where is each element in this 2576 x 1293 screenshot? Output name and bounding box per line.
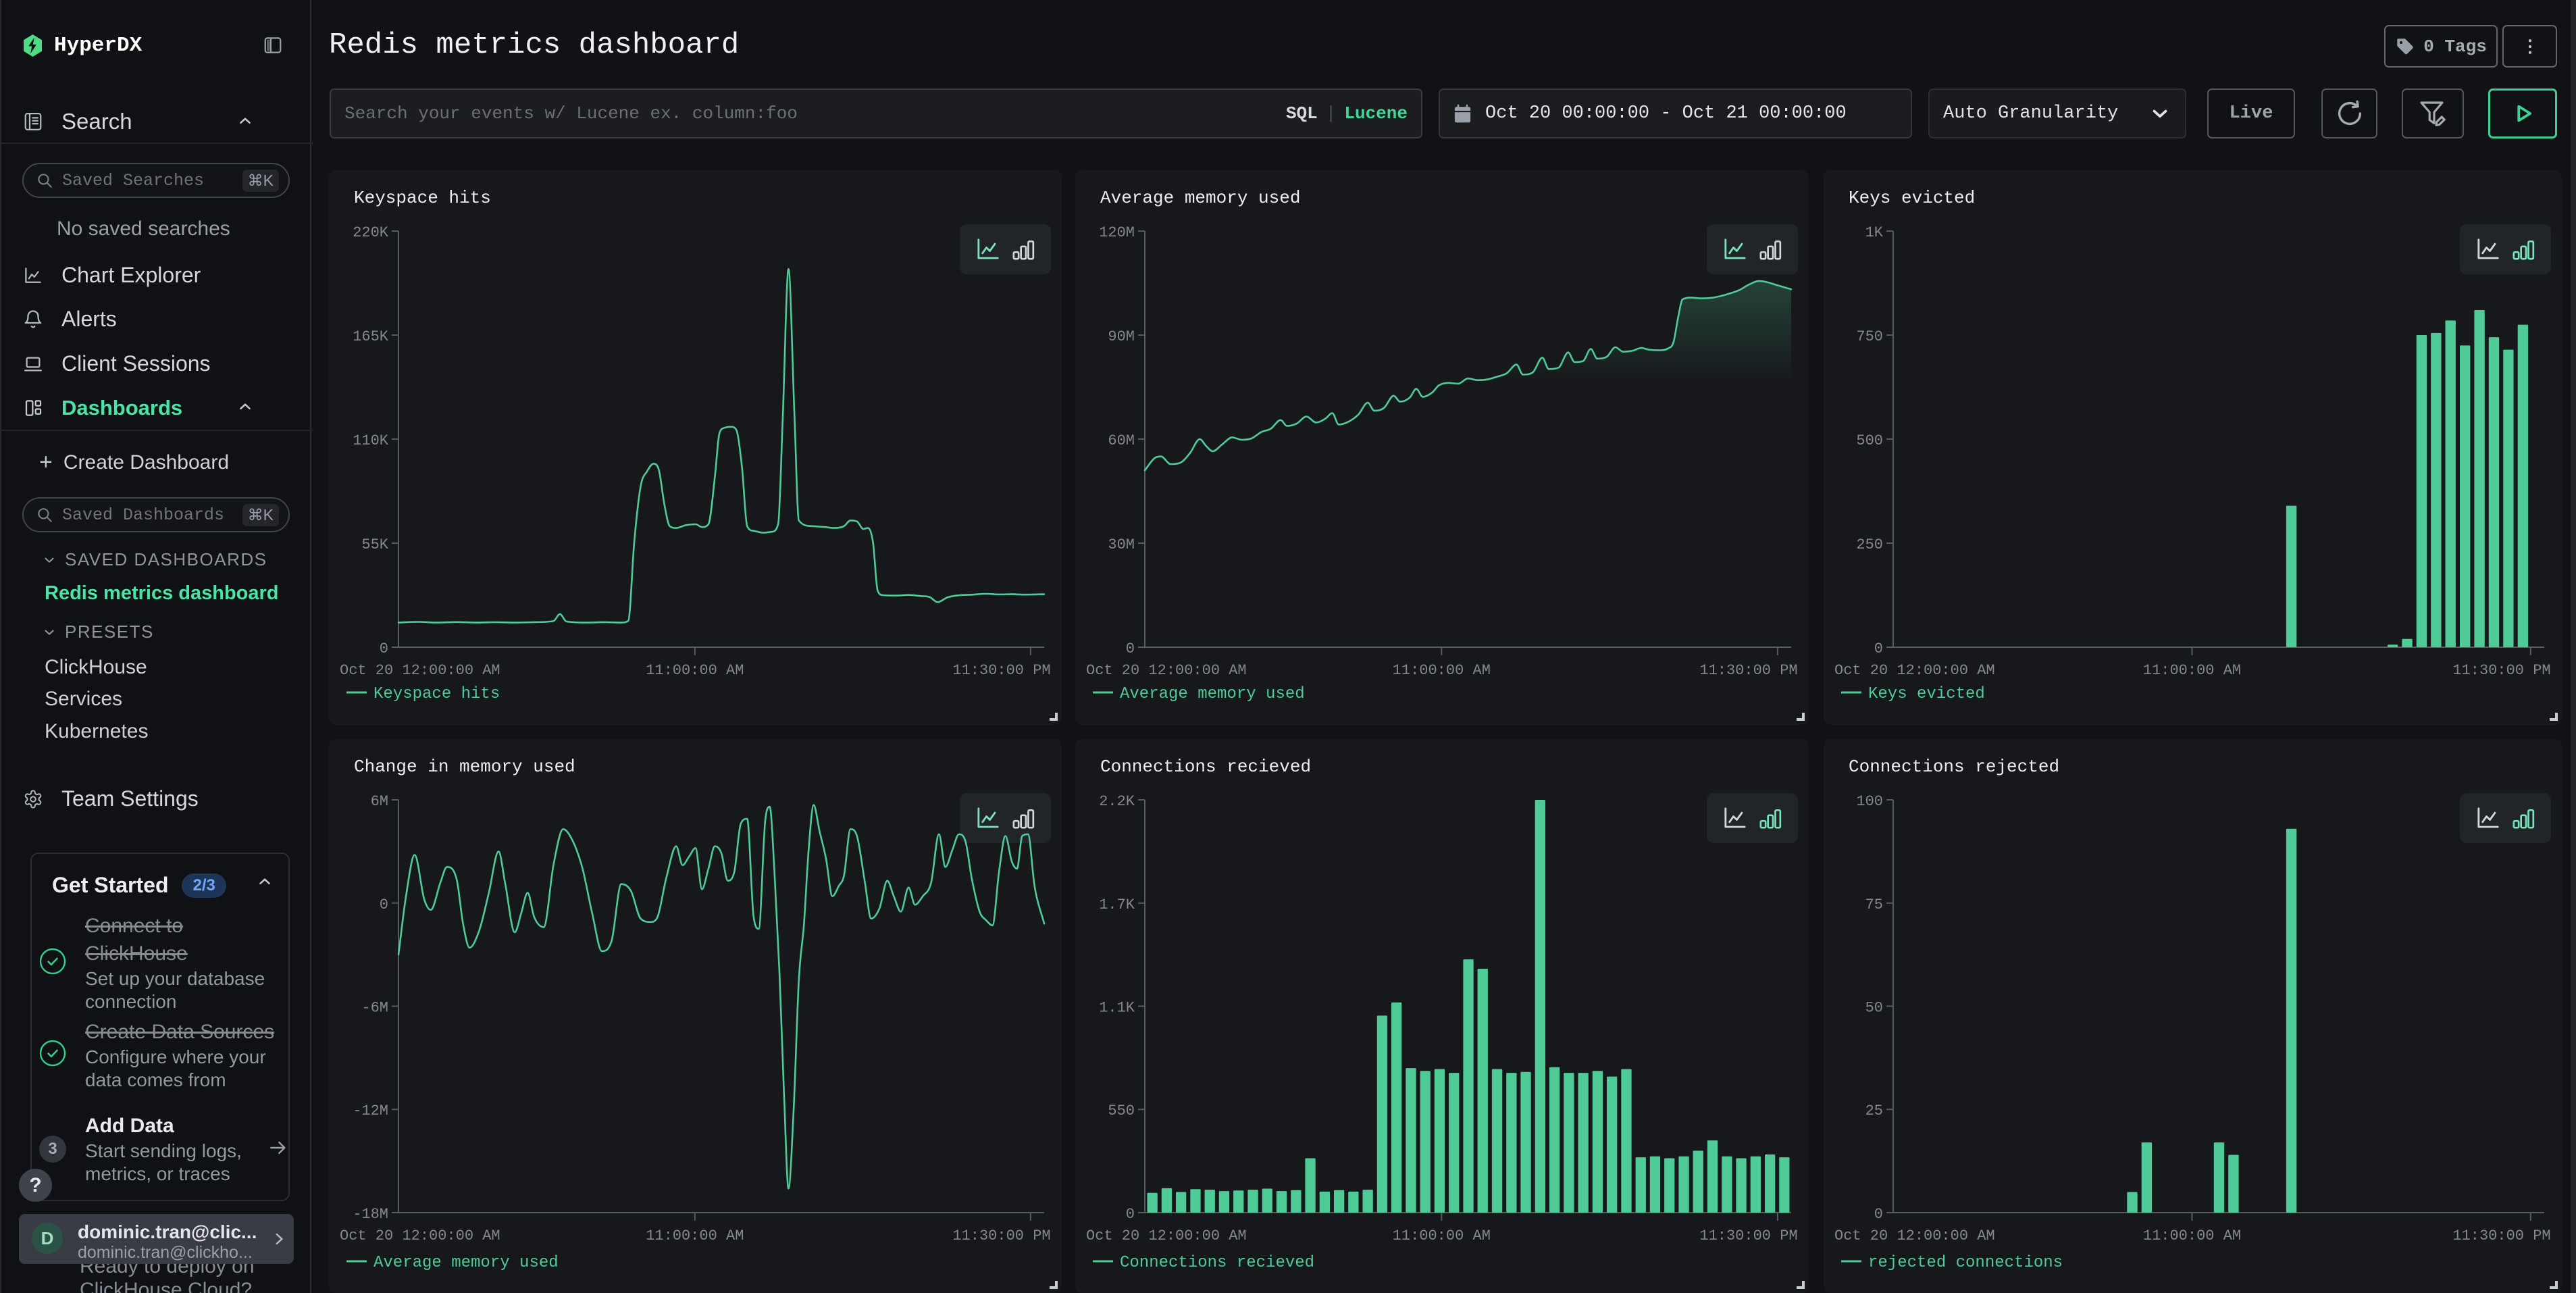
svg-text:25: 25	[1865, 1102, 1883, 1119]
svg-text:11:00:00 AM: 11:00:00 AM	[646, 662, 744, 679]
svg-text:11:30:00 PM: 11:30:00 PM	[1699, 1227, 1797, 1244]
svg-text:11:00:00 AM: 11:00:00 AM	[1393, 662, 1491, 679]
svg-text:75: 75	[1865, 896, 1883, 913]
svg-text:Keyspace hits: Keyspace hits	[373, 685, 500, 703]
svg-text:120M: 120M	[1099, 224, 1135, 241]
svg-text:165K: 165K	[353, 328, 389, 345]
svg-text:Connections recieved: Connections recieved	[1120, 1254, 1314, 1272]
svg-text:11:00:00 AM: 11:00:00 AM	[646, 1227, 744, 1244]
svg-text:0: 0	[1126, 1206, 1135, 1223]
svg-text:100: 100	[1856, 793, 1883, 810]
svg-text:1.1K: 1.1K	[1099, 1000, 1135, 1017]
svg-text:50: 50	[1865, 1000, 1883, 1017]
svg-text:250: 250	[1856, 536, 1883, 553]
svg-text:1.7K: 1.7K	[1099, 896, 1135, 913]
svg-text:220K: 220K	[353, 224, 389, 241]
svg-text:11:00:00 AM: 11:00:00 AM	[2143, 662, 2241, 679]
svg-text:55K: 55K	[361, 536, 388, 553]
svg-text:1K: 1K	[1865, 224, 1884, 241]
svg-text:Oct 20 12:00:00 AM: Oct 20 12:00:00 AM	[1834, 1227, 1995, 1244]
svg-text:11:30:00 PM: 11:30:00 PM	[1699, 662, 1797, 679]
svg-text:11:30:00 PM: 11:30:00 PM	[2452, 662, 2550, 679]
svg-text:Oct 20 12:00:00 AM: Oct 20 12:00:00 AM	[340, 1227, 500, 1244]
svg-text:Oct 20 12:00:00 AM: Oct 20 12:00:00 AM	[1086, 1227, 1247, 1244]
svg-text:0: 0	[1126, 640, 1135, 657]
svg-text:30M: 30M	[1108, 536, 1135, 553]
svg-text:-18M: -18M	[353, 1206, 388, 1223]
svg-text:500: 500	[1856, 432, 1883, 449]
svg-text:0: 0	[380, 640, 388, 657]
svg-text:750: 750	[1856, 328, 1883, 345]
svg-text:Average memory used: Average memory used	[1120, 685, 1305, 703]
svg-text:-12M: -12M	[353, 1102, 388, 1119]
svg-text:0: 0	[1874, 1206, 1883, 1223]
svg-text:0: 0	[1874, 640, 1883, 657]
svg-text:11:30:00 PM: 11:30:00 PM	[952, 662, 1050, 679]
svg-text:2.2K: 2.2K	[1099, 793, 1135, 810]
svg-text:Oct 20 12:00:00 AM: Oct 20 12:00:00 AM	[1086, 662, 1247, 679]
svg-text:Oct 20 12:00:00 AM: Oct 20 12:00:00 AM	[1834, 662, 1995, 679]
svg-text:11:30:00 PM: 11:30:00 PM	[952, 1227, 1050, 1244]
svg-text:-6M: -6M	[361, 1000, 388, 1017]
svg-text:6M: 6M	[371, 793, 388, 810]
svg-text:11:00:00 AM: 11:00:00 AM	[2143, 1227, 2241, 1244]
svg-text:110K: 110K	[353, 432, 389, 449]
svg-text:0: 0	[380, 896, 388, 913]
svg-text:Keys evicted: Keys evicted	[1868, 685, 1985, 703]
svg-text:550: 550	[1108, 1102, 1135, 1119]
svg-text:11:30:00 PM: 11:30:00 PM	[2452, 1227, 2550, 1244]
svg-text:60M: 60M	[1108, 432, 1135, 449]
svg-text:90M: 90M	[1108, 328, 1135, 345]
svg-text:rejected connections: rejected connections	[1868, 1254, 2063, 1272]
svg-text:Oct 20 12:00:00 AM: Oct 20 12:00:00 AM	[340, 662, 500, 679]
svg-text:11:00:00 AM: 11:00:00 AM	[1393, 1227, 1491, 1244]
svg-text:Average memory used: Average memory used	[373, 1254, 559, 1272]
